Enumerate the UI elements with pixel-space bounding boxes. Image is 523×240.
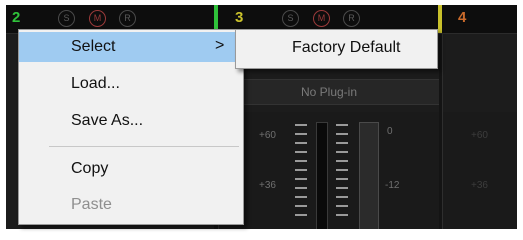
submenu-item-factory-default[interactable]: Factory Default [292, 39, 400, 57]
plugin-slot[interactable]: No Plug-in [219, 79, 439, 105]
menu-item-copy[interactable]: Copy [19, 154, 243, 184]
menu-item-select[interactable]: Select > [19, 32, 243, 62]
meter-scale-top: 0 [387, 126, 393, 137]
menu-item-save-as-label: Save As... [71, 112, 144, 129]
meter-scale-mid: -12 [385, 180, 400, 191]
mute-button-ch3[interactable]: M [313, 10, 330, 27]
record-button-ch3[interactable]: R [343, 10, 360, 27]
fader-track[interactable] [316, 122, 328, 229]
select-submenu: Factory Default [235, 29, 438, 69]
fader-ticks-left [295, 124, 307, 223]
fader-scale-top-ch4: +60 [471, 130, 488, 141]
solo-button-ch3[interactable]: S [282, 10, 299, 27]
menu-item-copy-label: Copy [71, 160, 109, 177]
mute-button-ch2[interactable]: M [89, 10, 106, 27]
menu-item-load-label: Load... [71, 75, 120, 92]
fader-ticks-right [336, 124, 348, 223]
channel-2-number: 2 [12, 9, 21, 26]
fader-scale-top: +60 [259, 130, 276, 141]
solo-button-ch2[interactable]: S [58, 10, 75, 27]
screenshot-frame: 2 S M R 3 S M R 4 No Plug-in +60 +36 0 -… [0, 0, 523, 234]
record-button-ch2[interactable]: R [119, 10, 136, 27]
submenu-arrow-icon: > [215, 37, 225, 54]
menu-separator [49, 146, 239, 147]
menu-item-save-as[interactable]: Save As... [19, 106, 243, 136]
channel-4-color-marker [438, 5, 442, 33]
menu-item-paste-label: Paste [71, 196, 112, 213]
fader-scale-mid: +36 [259, 180, 276, 191]
channel-4-number: 4 [458, 9, 467, 26]
channel-3-number: 3 [235, 9, 244, 26]
context-menu: Select > Load... Save As... Copy Paste [18, 29, 244, 225]
fader-meter-area: +60 +36 0 -12 [219, 112, 439, 229]
fader-meter-area-ch4: +60 +36 [443, 112, 517, 229]
menu-item-load[interactable]: Load... [19, 69, 243, 99]
menu-item-paste: Paste [19, 190, 243, 220]
channel-strip-4: +60 +36 [442, 34, 517, 229]
level-meter [359, 122, 379, 229]
menu-item-select-label: Select [71, 38, 116, 55]
fader-scale-mid-ch4: +36 [471, 180, 488, 191]
